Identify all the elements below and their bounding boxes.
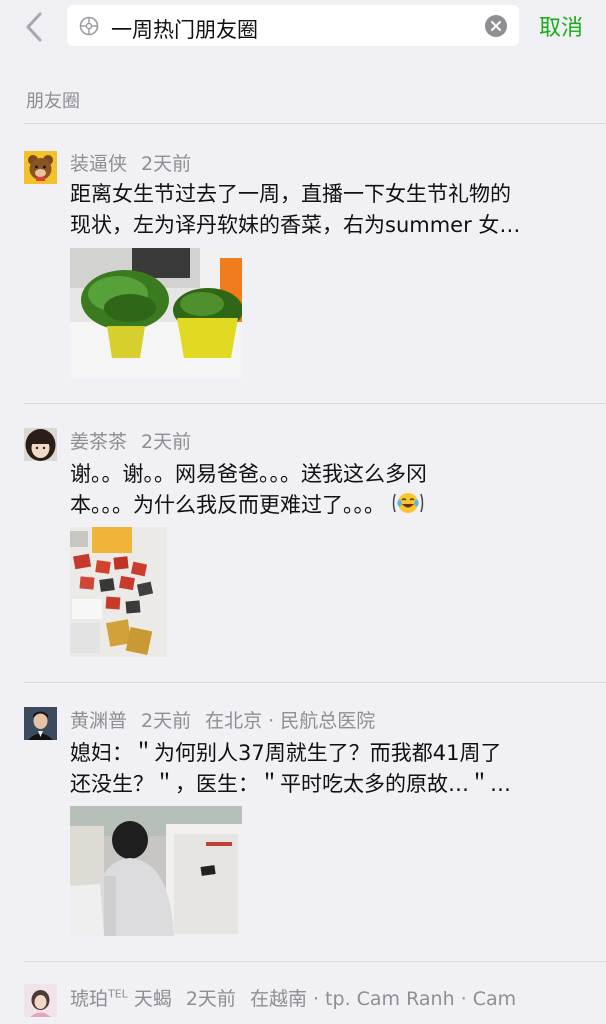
author-name[interactable]: 琥珀 (70, 988, 108, 1010)
post-text-segment: 本。。。为什么我反而更难过了。。。 (70, 493, 385, 517)
post-image[interactable] (70, 248, 242, 378)
post-text-line: 现状，左为译丹软妹的香菜，右为summer 女… (70, 213, 521, 237)
post-text[interactable]: 媳妇：＂为何别人37周就生了？而我都41周了 还没生？＂，医生：＂平时吃太多的原… (70, 738, 590, 800)
author-name[interactable]: 装逼侠 (70, 153, 127, 175)
post-text-line: 本。。。为什么我反而更难过了。。。 (70, 490, 590, 521)
post-meta: 装逼侠 2天前 (70, 149, 191, 176)
avatar[interactable] (24, 151, 57, 184)
post-time: 2天前 (141, 710, 192, 732)
moments-tag-icon (79, 16, 99, 36)
clear-icon[interactable] (485, 15, 507, 37)
moment-post[interactable]: 装逼侠 2天前 距离女生节过去了一周，直播一下女生节礼物的 现状，左为译丹软妹的香… (0, 124, 606, 404)
author-extra: 天蝎 (133, 988, 172, 1010)
post-image[interactable] (70, 806, 242, 936)
author-badge: TEL (108, 987, 128, 1001)
avatar[interactable] (24, 984, 57, 1017)
post-location[interactable]: 在北京 · 民航总医院 (205, 710, 375, 732)
cancel-button[interactable]: 取消 (539, 10, 583, 42)
post-text[interactable]: 谢。。谢。。网易爸爸。。。送我这么多冈 本。。。为什么我反而更难过了。。。 (70, 459, 590, 521)
post-location[interactable]: 在越南 · tp. Cam Ranh · Cam (250, 988, 516, 1010)
avatar[interactable] (24, 707, 57, 740)
post-text-line: 媳妇：＂为何别人37周就生了？而我都41周了 (70, 741, 502, 765)
author-name[interactable]: 姜茶茶 (70, 431, 127, 453)
moment-post[interactable]: 黄渊普 2天前 在北京 · 民航总医院 媳妇：＂为何别人37周就生了？而我都41周了… (0, 683, 606, 961)
search-query: 一周热门朋友圈 (111, 18, 258, 42)
author-name[interactable]: 黄渊普 (70, 710, 127, 732)
section-title: 朋友圈 (26, 91, 80, 112)
post-time: 2天前 (185, 988, 236, 1010)
search-header: 一周热门朋友圈 取消 (0, 0, 606, 60)
chevron-left-icon (26, 12, 42, 42)
post-time: 2天前 (141, 431, 192, 453)
post-image[interactable] (70, 527, 167, 657)
avatar[interactable] (24, 428, 57, 461)
post-meta: 姜茶茶 2天前 (70, 427, 191, 454)
search-input[interactable]: 一周热门朋友圈 (67, 5, 519, 46)
post-text-line: 距离女生节过去了一周，直播一下女生节礼物的 (70, 182, 511, 206)
moment-post[interactable]: 琥珀TEL 天蝎 2天前 在越南 · tp. Cam Ranh · Cam (0, 962, 606, 1024)
post-meta: 琥珀TEL 天蝎 2天前 在越南 · tp. Cam Ranh · Cam (70, 984, 516, 1011)
post-time: 2天前 (141, 153, 192, 175)
back-button[interactable] (18, 10, 52, 44)
post-text-line: 谢。。谢。。网易爸爸。。。送我这么多冈 (70, 462, 427, 486)
post-text[interactable]: 距离女生节过去了一周，直播一下女生节礼物的 现状，左为译丹软妹的香菜，右为sum… (70, 179, 590, 241)
moment-post[interactable]: 姜茶茶 2天前 谢。。谢。。网易爸爸。。。送我这么多冈 本。。。为什么我反而更难过… (0, 404, 606, 682)
post-meta: 黄渊普 2天前 在北京 · 民航总医院 (70, 706, 375, 733)
laugh-cry-emoji-icon (392, 493, 424, 513)
post-text-line: 还没生？＂，医生：＂平时吃太多的原故…＂… (70, 772, 511, 796)
